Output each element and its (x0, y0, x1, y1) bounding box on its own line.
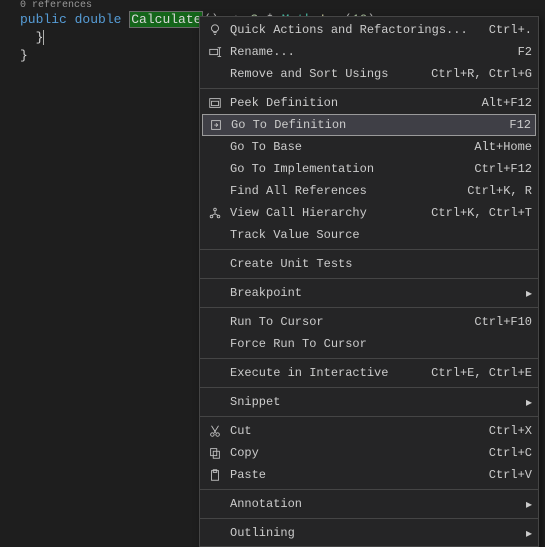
chevron-right-icon: ▸ (518, 526, 532, 541)
menu-item-label: Outlining (226, 526, 518, 540)
menu-item-shortcut: Ctrl+C (477, 446, 532, 460)
cut-icon (204, 424, 226, 438)
menu-separator (200, 88, 538, 89)
menu-item-label: Track Value Source (226, 228, 532, 242)
menu-item-shortcut: Ctrl+K, Ctrl+T (419, 206, 532, 220)
menu-item-shortcut: Ctrl+. (477, 23, 532, 37)
menu-separator (200, 489, 538, 490)
menu-item-view-call-hierarchy[interactable]: View Call HierarchyCtrl+K, Ctrl+T (200, 202, 538, 224)
menu-item-run-to-cursor[interactable]: Run To CursorCtrl+F10 (200, 311, 538, 333)
menu-item-label: Go To Definition (227, 118, 497, 132)
menu-item-label: View Call Hierarchy (226, 206, 419, 220)
menu-item-label: Execute in Interactive (226, 366, 419, 380)
menu-item-shortcut: Ctrl+R, Ctrl+G (419, 67, 532, 81)
menu-item-label: Snippet (226, 395, 518, 409)
menu-item-label: Quick Actions and Refactorings... (226, 23, 477, 37)
menu-item-annotation[interactable]: Annotation▸ (200, 493, 538, 515)
paste-icon (204, 468, 226, 482)
menu-item-track-value-source[interactable]: Track Value Source (200, 224, 538, 246)
hierarchy-icon (204, 206, 226, 220)
menu-item-label: Cut (226, 424, 477, 438)
chevron-right-icon: ▸ (518, 395, 532, 410)
menu-item-paste[interactable]: PasteCtrl+V (200, 464, 538, 486)
menu-item-shortcut: Ctrl+F12 (462, 162, 532, 176)
menu-item-shortcut: Alt+F12 (470, 96, 532, 110)
menu-item-label: Paste (226, 468, 477, 482)
keyword-double: double (75, 12, 122, 27)
menu-item-execute-in-interactive[interactable]: Execute in InteractiveCtrl+E, Ctrl+E (200, 362, 538, 384)
menu-separator (200, 387, 538, 388)
menu-item-force-run-to-cursor[interactable]: Force Run To Cursor (200, 333, 538, 355)
goto-icon (205, 118, 227, 132)
menu-item-rename[interactable]: Rename...F2 (200, 41, 538, 63)
menu-item-cut[interactable]: CutCtrl+X (200, 420, 538, 442)
menu-item-peek-definition[interactable]: Peek DefinitionAlt+F12 (200, 92, 538, 114)
menu-item-shortcut: F12 (497, 118, 531, 132)
menu-item-label: Rename... (226, 45, 506, 59)
menu-item-shortcut: Ctrl+E, Ctrl+E (419, 366, 532, 380)
chevron-right-icon: ▸ (518, 286, 532, 301)
menu-item-label: Annotation (226, 497, 518, 511)
keyword-public: public (20, 12, 67, 27)
method-name-highlight[interactable]: Calculate (129, 11, 203, 28)
menu-item-label: Create Unit Tests (226, 257, 532, 271)
menu-item-copy[interactable]: CopyCtrl+C (200, 442, 538, 464)
menu-item-label: Find All References (226, 184, 455, 198)
menu-item-shortcut: Ctrl+K, R (455, 184, 532, 198)
peek-icon (204, 96, 226, 110)
bulb-icon (204, 23, 226, 37)
menu-item-find-all-references[interactable]: Find All ReferencesCtrl+K, R (200, 180, 538, 202)
menu-item-label: Peek Definition (226, 96, 470, 110)
menu-item-label: Remove and Sort Usings (226, 67, 419, 81)
menu-separator (200, 358, 538, 359)
menu-separator (200, 249, 538, 250)
menu-item-shortcut: F2 (506, 45, 532, 59)
menu-item-shortcut: Alt+Home (462, 140, 532, 154)
menu-separator (200, 278, 538, 279)
context-menu[interactable]: Quick Actions and Refactorings...Ctrl+.R… (199, 16, 539, 547)
menu-item-go-to-definition[interactable]: Go To DefinitionF12 (202, 114, 536, 136)
menu-item-breakpoint[interactable]: Breakpoint▸ (200, 282, 538, 304)
menu-item-remove-and-sort-usings[interactable]: Remove and Sort UsingsCtrl+R, Ctrl+G (200, 63, 538, 85)
menu-item-label: Breakpoint (226, 286, 518, 300)
menu-item-snippet[interactable]: Snippet▸ (200, 391, 538, 413)
menu-item-label: Go To Base (226, 140, 462, 154)
codelens-references[interactable]: 0 references (0, 0, 545, 11)
menu-item-shortcut: Ctrl+X (477, 424, 532, 438)
menu-item-go-to-implementation[interactable]: Go To ImplementationCtrl+F12 (200, 158, 538, 180)
rename-icon (204, 45, 226, 59)
menu-item-label: Force Run To Cursor (226, 337, 532, 351)
close-brace: } (20, 48, 28, 63)
menu-item-label: Run To Cursor (226, 315, 462, 329)
menu-item-create-unit-tests[interactable]: Create Unit Tests (200, 253, 538, 275)
menu-item-shortcut: Ctrl+F10 (462, 315, 532, 329)
menu-item-label: Go To Implementation (226, 162, 462, 176)
menu-separator (200, 416, 538, 417)
menu-item-label: Copy (226, 446, 477, 460)
menu-item-go-to-base[interactable]: Go To BaseAlt+Home (200, 136, 538, 158)
chevron-right-icon: ▸ (518, 497, 532, 512)
menu-separator (200, 518, 538, 519)
text-cursor (43, 30, 44, 45)
menu-separator (200, 307, 538, 308)
close-brace: } (36, 30, 44, 45)
menu-item-shortcut: Ctrl+V (477, 468, 532, 482)
menu-item-quick-actions-and-refactorings[interactable]: Quick Actions and Refactorings...Ctrl+. (200, 19, 538, 41)
copy-icon (204, 446, 226, 460)
